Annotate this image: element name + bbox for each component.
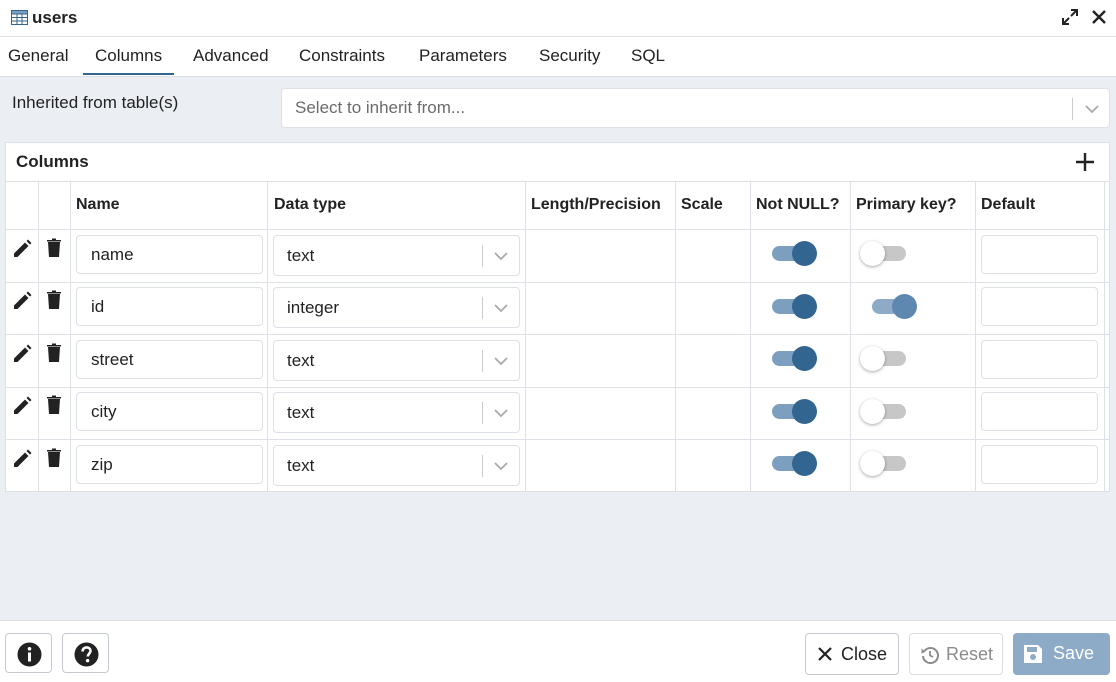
tab-parameters[interactable]: Parameters [407, 37, 519, 75]
inherit-label: Inherited from table(s) [12, 93, 179, 112]
edit-icon[interactable] [12, 396, 32, 416]
inherit-select[interactable]: Select to inherit from... [281, 88, 1110, 128]
data-type-value: text [287, 246, 315, 265]
select-separator [482, 245, 483, 267]
column-header-scale: Scale [681, 196, 723, 213]
inherit-placeholder: Select to inherit from... [295, 98, 466, 117]
columns-panel: Columns Name Data type Length/Precision … [5, 142, 1110, 492]
close-button-label: Close [841, 644, 888, 664]
default-input[interactable] [981, 235, 1098, 274]
tab-general[interactable]: General [0, 37, 80, 75]
delete-icon[interactable] [44, 395, 64, 415]
tab-constraints[interactable]: Constraints [287, 37, 397, 75]
data-type-select[interactable]: integer [273, 287, 520, 328]
close-button[interactable]: Close [805, 633, 899, 675]
tab-bar: General Columns Advanced Constraints Par… [0, 37, 1116, 77]
grid-divider [6, 439, 1109, 440]
info-button[interactable] [5, 633, 52, 673]
not-null-toggle[interactable] [770, 292, 818, 320]
column-header-name: Name [76, 196, 120, 213]
select-separator [482, 297, 483, 319]
edit-icon[interactable] [12, 344, 32, 364]
save-icon [1024, 645, 1042, 663]
column-header-length: Length/Precision [531, 196, 661, 213]
not-null-toggle[interactable] [770, 239, 818, 267]
columns-panel-title: Columns [16, 152, 89, 171]
grid-divider [6, 282, 1109, 283]
column-header-primary-key: Primary key? [856, 196, 957, 213]
default-input[interactable] [981, 392, 1098, 431]
chevron-down-icon[interactable] [492, 404, 510, 422]
not-null-toggle[interactable] [770, 397, 818, 425]
column-name-input[interactable]: zip [76, 445, 263, 484]
save-button[interactable]: Save [1013, 633, 1110, 675]
chevron-down-icon[interactable] [492, 299, 510, 317]
column-name-input[interactable]: street [76, 340, 263, 379]
data-type-select[interactable]: text [273, 445, 520, 486]
chevron-down-icon[interactable] [1083, 100, 1101, 118]
default-input[interactable] [981, 340, 1098, 379]
chevron-down-icon[interactable] [492, 457, 510, 475]
column-name-input[interactable]: id [76, 287, 263, 326]
data-type-select[interactable]: text [273, 392, 520, 433]
primary-key-toggle[interactable] [860, 239, 908, 267]
info-icon [17, 642, 42, 667]
tab-security[interactable]: Security [527, 37, 612, 75]
data-type-value: integer [287, 298, 339, 317]
select-separator [482, 350, 483, 372]
edit-icon[interactable] [12, 449, 32, 469]
column-name-input[interactable]: city [76, 392, 263, 431]
delete-icon[interactable] [44, 290, 64, 310]
dialog-title: users [32, 8, 78, 27]
tab-sql[interactable]: SQL [619, 37, 677, 75]
tab-columns[interactable]: Columns [83, 37, 175, 75]
chevron-down-icon[interactable] [492, 247, 510, 265]
reset-button[interactable]: Reset [909, 633, 1003, 675]
delete-icon[interactable] [44, 448, 64, 468]
default-input[interactable] [981, 287, 1098, 326]
tab-advanced[interactable]: Advanced [181, 37, 281, 75]
column-header-not-null: Not NULL? [756, 196, 840, 213]
save-button-label: Save [1053, 643, 1095, 663]
columns-panel-header: Columns [6, 143, 1109, 182]
grid-divider [6, 229, 1109, 230]
edit-icon[interactable] [12, 239, 32, 259]
reset-icon [921, 647, 939, 665]
reset-button-label: Reset [946, 644, 994, 664]
primary-key-toggle[interactable] [860, 397, 908, 425]
data-type-value: text [287, 456, 315, 475]
chevron-down-icon[interactable] [492, 352, 510, 370]
primary-key-toggle[interactable] [870, 292, 918, 320]
table-icon [11, 10, 28, 25]
close-icon [818, 647, 832, 661]
delete-icon[interactable] [44, 238, 64, 258]
data-type-value: text [287, 403, 315, 422]
expand-icon[interactable] [1061, 8, 1079, 26]
dialog-footer: Close Reset Save [0, 620, 1116, 682]
close-icon[interactable] [1090, 8, 1108, 26]
select-separator [1072, 98, 1073, 120]
column-name-input[interactable]: name [76, 235, 263, 274]
grid-divider [6, 334, 1109, 335]
column-header-data-type: Data type [274, 196, 347, 213]
data-type-value: text [287, 351, 315, 370]
data-type-select[interactable]: text [273, 235, 520, 276]
not-null-toggle[interactable] [770, 449, 818, 477]
primary-key-toggle[interactable] [860, 449, 908, 477]
select-separator [482, 455, 483, 477]
grid-divider [6, 387, 1109, 388]
select-separator [482, 402, 483, 424]
edit-icon[interactable] [12, 291, 32, 311]
add-icon[interactable] [1075, 152, 1095, 172]
dialog-titlebar: users [0, 0, 1116, 37]
help-icon [74, 642, 99, 667]
help-button[interactable] [62, 633, 109, 673]
delete-icon[interactable] [44, 343, 64, 363]
data-type-select[interactable]: text [273, 340, 520, 381]
column-header-default: Default [981, 196, 1036, 213]
primary-key-toggle[interactable] [860, 344, 908, 372]
not-null-toggle[interactable] [770, 344, 818, 372]
default-input[interactable] [981, 445, 1098, 484]
